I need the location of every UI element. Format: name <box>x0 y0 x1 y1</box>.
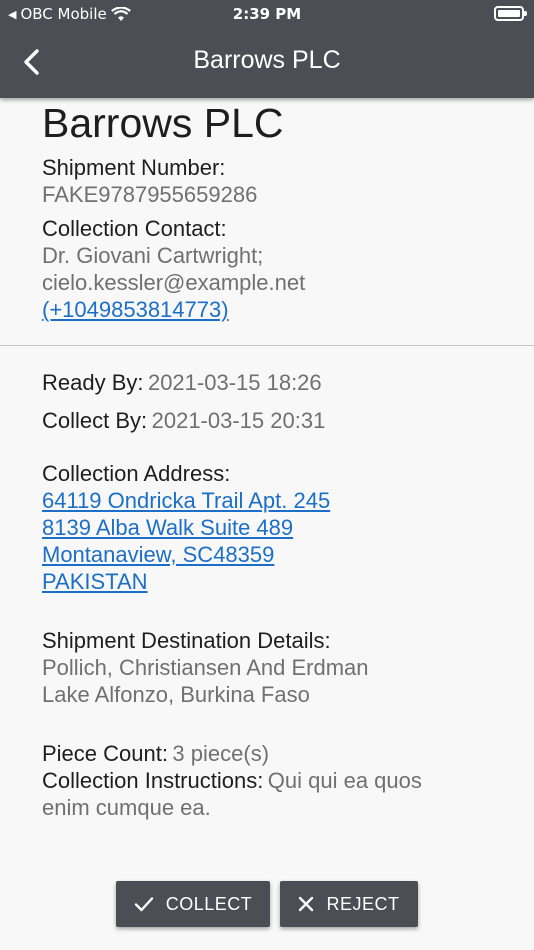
collect-button-label: COLLECT <box>165 893 253 914</box>
contact-email: cielo.kessler@example.net <box>42 270 306 295</box>
ready-by-value: 2021-03-15 18:26 <box>147 370 322 395</box>
shipment-number: FAKE9787955659286 <box>42 182 258 207</box>
collect-by-label: Collect By: <box>42 408 148 433</box>
address-line-3[interactable]: Montanaview, SC48359 <box>42 541 274 568</box>
shipment-details: Barrows PLC Shipment Number: FAKE9787955… <box>42 100 512 322</box>
collect-by-value: 2021-03-15 20:31 <box>151 408 326 433</box>
collect-button[interactable]: COLLECT <box>116 881 270 927</box>
schedule-section: Ready By: 2021-03-15 18:26 Collect By: 2… <box>42 369 512 820</box>
address-line-2[interactable]: 8139 Alba Walk Suite 489 <box>42 514 293 541</box>
contact-name: Dr. Giovani Cartwright; <box>42 243 264 268</box>
instructions-text: Qui qui ea quos <box>267 768 422 793</box>
instructions-row: Collection Instructions: Qui qui ea quos <box>42 767 422 794</box>
reject-button-label: REJECT <box>326 893 400 914</box>
status-bar: ◀ OBC Mobile 2:39 PM <box>0 0 534 30</box>
piece-count-row: Piece Count: 3 piece(s) <box>42 740 269 767</box>
company-name: Barrows PLC <box>42 100 284 146</box>
contact-phone-link[interactable]: (+1049853814773) <box>42 296 229 323</box>
collection-address-label: Collection Address: <box>42 461 231 486</box>
ready-by-label: Ready By: <box>42 370 144 395</box>
piece-count-label: Piece Count: <box>42 741 168 766</box>
collection-contact-label: Collection Contact: <box>42 216 227 241</box>
piece-count-value: 3 piece(s) <box>172 741 270 766</box>
instructions-label: Collection Instructions: <box>42 768 264 793</box>
destination-line-1: Pollich, Christiansen And Erdman <box>42 655 369 680</box>
destination-line-2: Lake Alfonzo, Burkina Faso <box>42 682 310 707</box>
collect-by-row: Collect By: 2021-03-15 20:31 <box>42 407 325 434</box>
app-bar: ◀ OBC Mobile 2:39 PM Barrows PLC <box>0 0 534 98</box>
ready-by-row: Ready By: 2021-03-15 18:26 <box>42 369 512 396</box>
app-bar-title: Barrows PLC <box>193 46 341 74</box>
check-icon <box>134 897 153 912</box>
instructions-text-cont: enim cumque ea. <box>42 795 211 820</box>
battery-icon <box>494 6 527 21</box>
section-divider <box>0 345 534 346</box>
address-country[interactable]: PAKISTAN <box>42 568 148 595</box>
reject-button[interactable]: REJECT <box>280 881 418 927</box>
destination-label: Shipment Destination Details: <box>42 628 331 653</box>
shipment-number-label: Shipment Number: <box>42 155 226 180</box>
address-line-1[interactable]: 64119 Ondricka Trail Apt. 245 <box>42 487 330 514</box>
status-right <box>494 6 527 21</box>
status-time: 2:39 PM <box>232 5 302 23</box>
close-icon <box>299 896 314 912</box>
